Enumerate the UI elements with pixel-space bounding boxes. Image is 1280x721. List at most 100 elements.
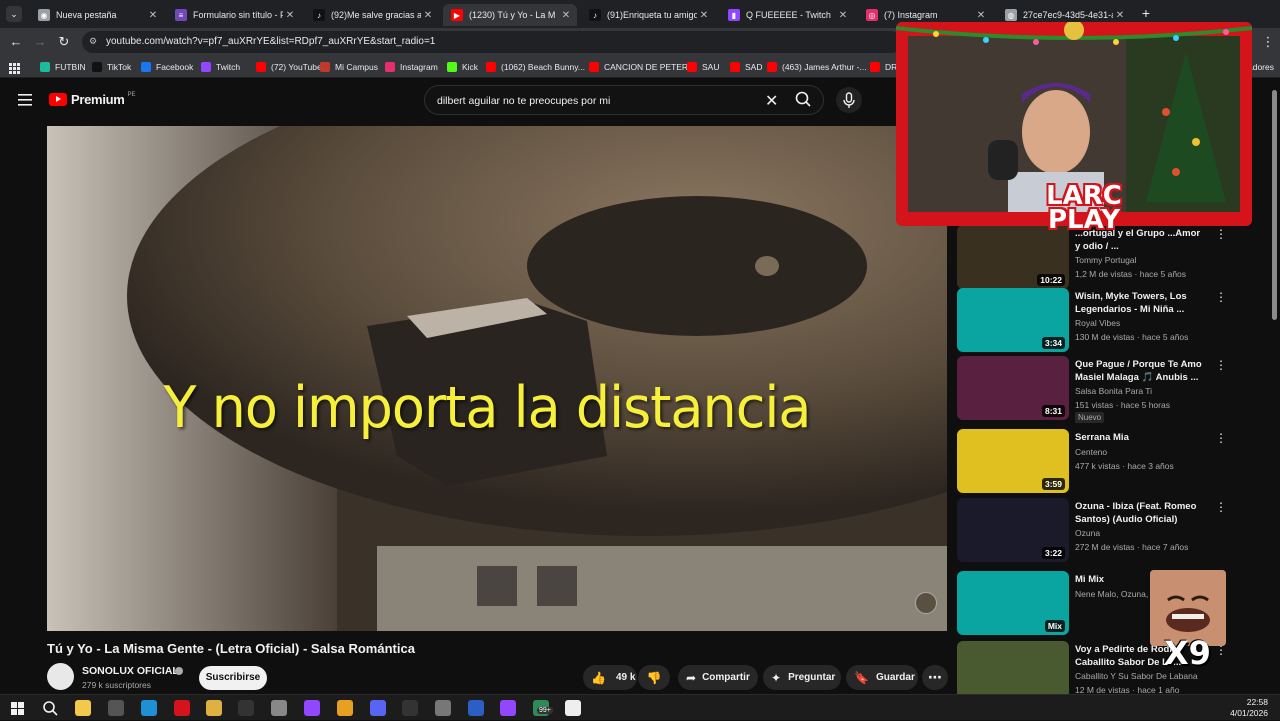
app-red-icon[interactable] — [174, 700, 190, 716]
subscribe-button[interactable]: Suscribirse — [199, 666, 267, 690]
browser-tab[interactable]: ▮ Q FUEEEEE - Twitch ✕ — [720, 4, 854, 26]
bookmark-item[interactable]: Mi Campus — [320, 60, 378, 74]
recommended-channel[interactable]: Tommy Portugal — [1075, 255, 1136, 265]
recommended-channel[interactable]: Salsa Bonita Para Ti — [1075, 386, 1152, 396]
video-thumbnail[interactable]: Mix — [957, 571, 1069, 635]
search-query: dilbert aguilar no te preocupes por mi — [437, 95, 611, 107]
twitch-alt-icon[interactable] — [500, 700, 516, 716]
channel-avatar[interactable] — [47, 663, 74, 690]
video-thumbnail[interactable]: 3:59 — [957, 429, 1069, 493]
recommended-video[interactable]: 3:34 Wisin, Myke Towers, Los Legendarios … — [957, 288, 1237, 352]
word-icon[interactable] — [468, 700, 484, 716]
browser-tab[interactable]: ▶ (1230) Tú y Yo - La M ✕ — [443, 4, 577, 26]
store-icon[interactable] — [75, 700, 91, 716]
page-scrollbar[interactable] — [1272, 90, 1277, 320]
calculator-icon[interactable] — [435, 700, 451, 716]
menu-kebab-icon[interactable]: ⋮ — [1260, 34, 1276, 50]
bookmark-item[interactable]: SAU — [687, 60, 719, 74]
browser-tab[interactable]: ♪ (91)Enriqueta tu amigo g ✕ — [581, 4, 715, 26]
tab-search-button[interactable]: ⌄ — [6, 6, 22, 22]
close-tab-icon[interactable]: ✕ — [1113, 10, 1127, 21]
video-thumbnail[interactable]: 3:22 — [957, 498, 1069, 562]
bookmark-item[interactable]: SAD — [730, 60, 762, 74]
recommended-channel[interactable]: Caballito Y Su Sabor De Labana — [1075, 671, 1198, 681]
recommended-channel[interactable]: Centeno — [1075, 447, 1107, 457]
recommended-video-title[interactable]: Wisin, Myke Towers, Los Legendarios - Mi… — [1075, 290, 1205, 316]
bookmark-item[interactable]: (1062) Beach Bunny... — [486, 60, 585, 74]
start-windows-icon[interactable] — [11, 702, 24, 715]
chrome-icon[interactable] — [337, 700, 353, 716]
close-tab-icon[interactable]: ✕ — [836, 10, 850, 21]
recommended-channel[interactable]: Ozuna — [1075, 528, 1100, 538]
video-player[interactable]: Y no importa la distancia — [47, 126, 947, 631]
channel-watermark-icon[interactable] — [915, 592, 937, 614]
close-tab-icon[interactable]: ✕ — [421, 10, 435, 21]
app-white-icon[interactable] — [565, 700, 581, 716]
clock-time[interactable]: 22:58 — [1238, 697, 1268, 707]
video-menu-kebab-icon[interactable]: ⋮ — [1215, 358, 1227, 372]
close-tab-icon[interactable]: ✕ — [283, 10, 297, 21]
file-explorer-icon[interactable] — [206, 700, 222, 716]
taskbar-search-icon[interactable] — [42, 700, 58, 716]
recommended-channel[interactable]: Royal Vibes — [1075, 318, 1120, 328]
browser-tab[interactable]: ♪ (92)Me salve gracias a #M✕ — [305, 4, 439, 26]
address-bar[interactable]: ⚙ youtube.com/watch?v=pf7_auXRrYE&list=R… — [82, 31, 902, 53]
youtube-logo[interactable]: Premium PE — [49, 92, 136, 107]
new-tab-button[interactable]: + — [1138, 5, 1154, 21]
bookmark-item[interactable]: (463) James Arthur -... — [767, 60, 867, 74]
close-tab-icon[interactable]: ✕ — [697, 10, 711, 21]
close-tab-icon[interactable]: ✕ — [146, 10, 160, 21]
bookmark-item[interactable]: Instagram — [385, 60, 438, 74]
back-button[interactable]: ← — [8, 34, 24, 50]
bookmark-item[interactable]: TikTok — [92, 60, 131, 74]
search-button[interactable] — [786, 85, 822, 115]
video-menu-kebab-icon[interactable]: ⋮ — [1215, 290, 1227, 304]
search-input[interactable]: dilbert aguilar no te preocupes por mi ✕ — [424, 85, 824, 115]
clock-date[interactable]: 4/01/2026 — [1224, 708, 1268, 718]
channel-name[interactable]: SONOLUX OFICIAL — [82, 665, 179, 677]
reload-button[interactable]: ↻ — [56, 34, 72, 50]
bookmark-item[interactable]: Facebook — [141, 60, 193, 74]
recommended-video[interactable]: 8:31 Que Pague / Porque Te Amo Masiel Mal… — [957, 356, 1237, 423]
bookmark-item[interactable]: CANCION DE PETER — [589, 60, 688, 74]
clear-search-icon[interactable]: ✕ — [765, 91, 778, 111]
capcut-icon[interactable] — [238, 700, 254, 716]
apps-grid-icon[interactable] — [9, 61, 20, 74]
bookmark-label: SAD — [745, 62, 763, 72]
site-info-icon[interactable]: ⚙ — [89, 36, 97, 47]
app-icon[interactable] — [108, 700, 124, 716]
close-tab-icon[interactable]: ✕ — [559, 10, 573, 21]
more-actions-button[interactable]: ⋯ — [922, 665, 948, 690]
edge-icon[interactable] — [141, 700, 157, 716]
recommended-video-title[interactable]: Serrana Mia — [1075, 431, 1205, 444]
bookmark-item[interactable]: Kick — [447, 60, 478, 74]
recommended-video[interactable]: 3:22 Ozuna - Ibiza (Feat. Romeo Santos) (… — [957, 498, 1237, 562]
save-button[interactable]: 🔖 Guardar — [846, 665, 918, 690]
video-thumbnail[interactable]: 3:34 — [957, 288, 1069, 352]
twitch-icon[interactable] — [304, 700, 320, 716]
share-button[interactable]: ➦ Compartir — [678, 665, 758, 690]
dislike-button[interactable]: 👎 — [638, 665, 670, 690]
recommended-video-title[interactable]: Que Pague / Porque Te Amo Masiel Malaga … — [1075, 358, 1205, 384]
discord-icon[interactable] — [370, 700, 386, 716]
browser-tab[interactable]: ≡ Formulario sin título - For✕ — [167, 4, 301, 26]
forward-button[interactable]: → — [32, 34, 48, 50]
video-menu-kebab-icon[interactable]: ⋮ — [1215, 500, 1227, 514]
voice-search-button[interactable] — [836, 87, 862, 113]
video-menu-kebab-icon[interactable]: ⋮ — [1215, 227, 1227, 241]
browser-tab[interactable]: ◉ Nueva pestaña ✕ — [30, 4, 164, 26]
recommended-video[interactable]: 3:59 Serrana Mia Centeno 477 k vistas · hac… — [957, 429, 1237, 493]
video-thumbnail[interactable]: 8:31 — [957, 356, 1069, 420]
bookmark-item[interactable]: (72) YouTube — [256, 60, 322, 74]
video-menu-kebab-icon[interactable]: ⋮ — [1215, 431, 1227, 445]
obs-icon[interactable] — [402, 700, 418, 716]
like-button[interactable]: 👍 49 k — [583, 665, 637, 690]
close-tab-icon[interactable]: ✕ — [974, 10, 988, 21]
bookmark-label: (463) James Arthur -... — [782, 62, 867, 72]
recommended-video-title[interactable]: Ozuna - Ibiza (Feat. Romeo Santos) (Audi… — [1075, 500, 1205, 526]
app-hat-icon[interactable] — [271, 700, 287, 716]
bookmark-item[interactable]: FUTBIN — [40, 60, 86, 74]
ask-button[interactable]: ✦ Preguntar — [763, 665, 841, 690]
hamburger-menu-icon[interactable] — [18, 93, 32, 106]
bookmark-item[interactable]: Twitch — [201, 60, 240, 74]
